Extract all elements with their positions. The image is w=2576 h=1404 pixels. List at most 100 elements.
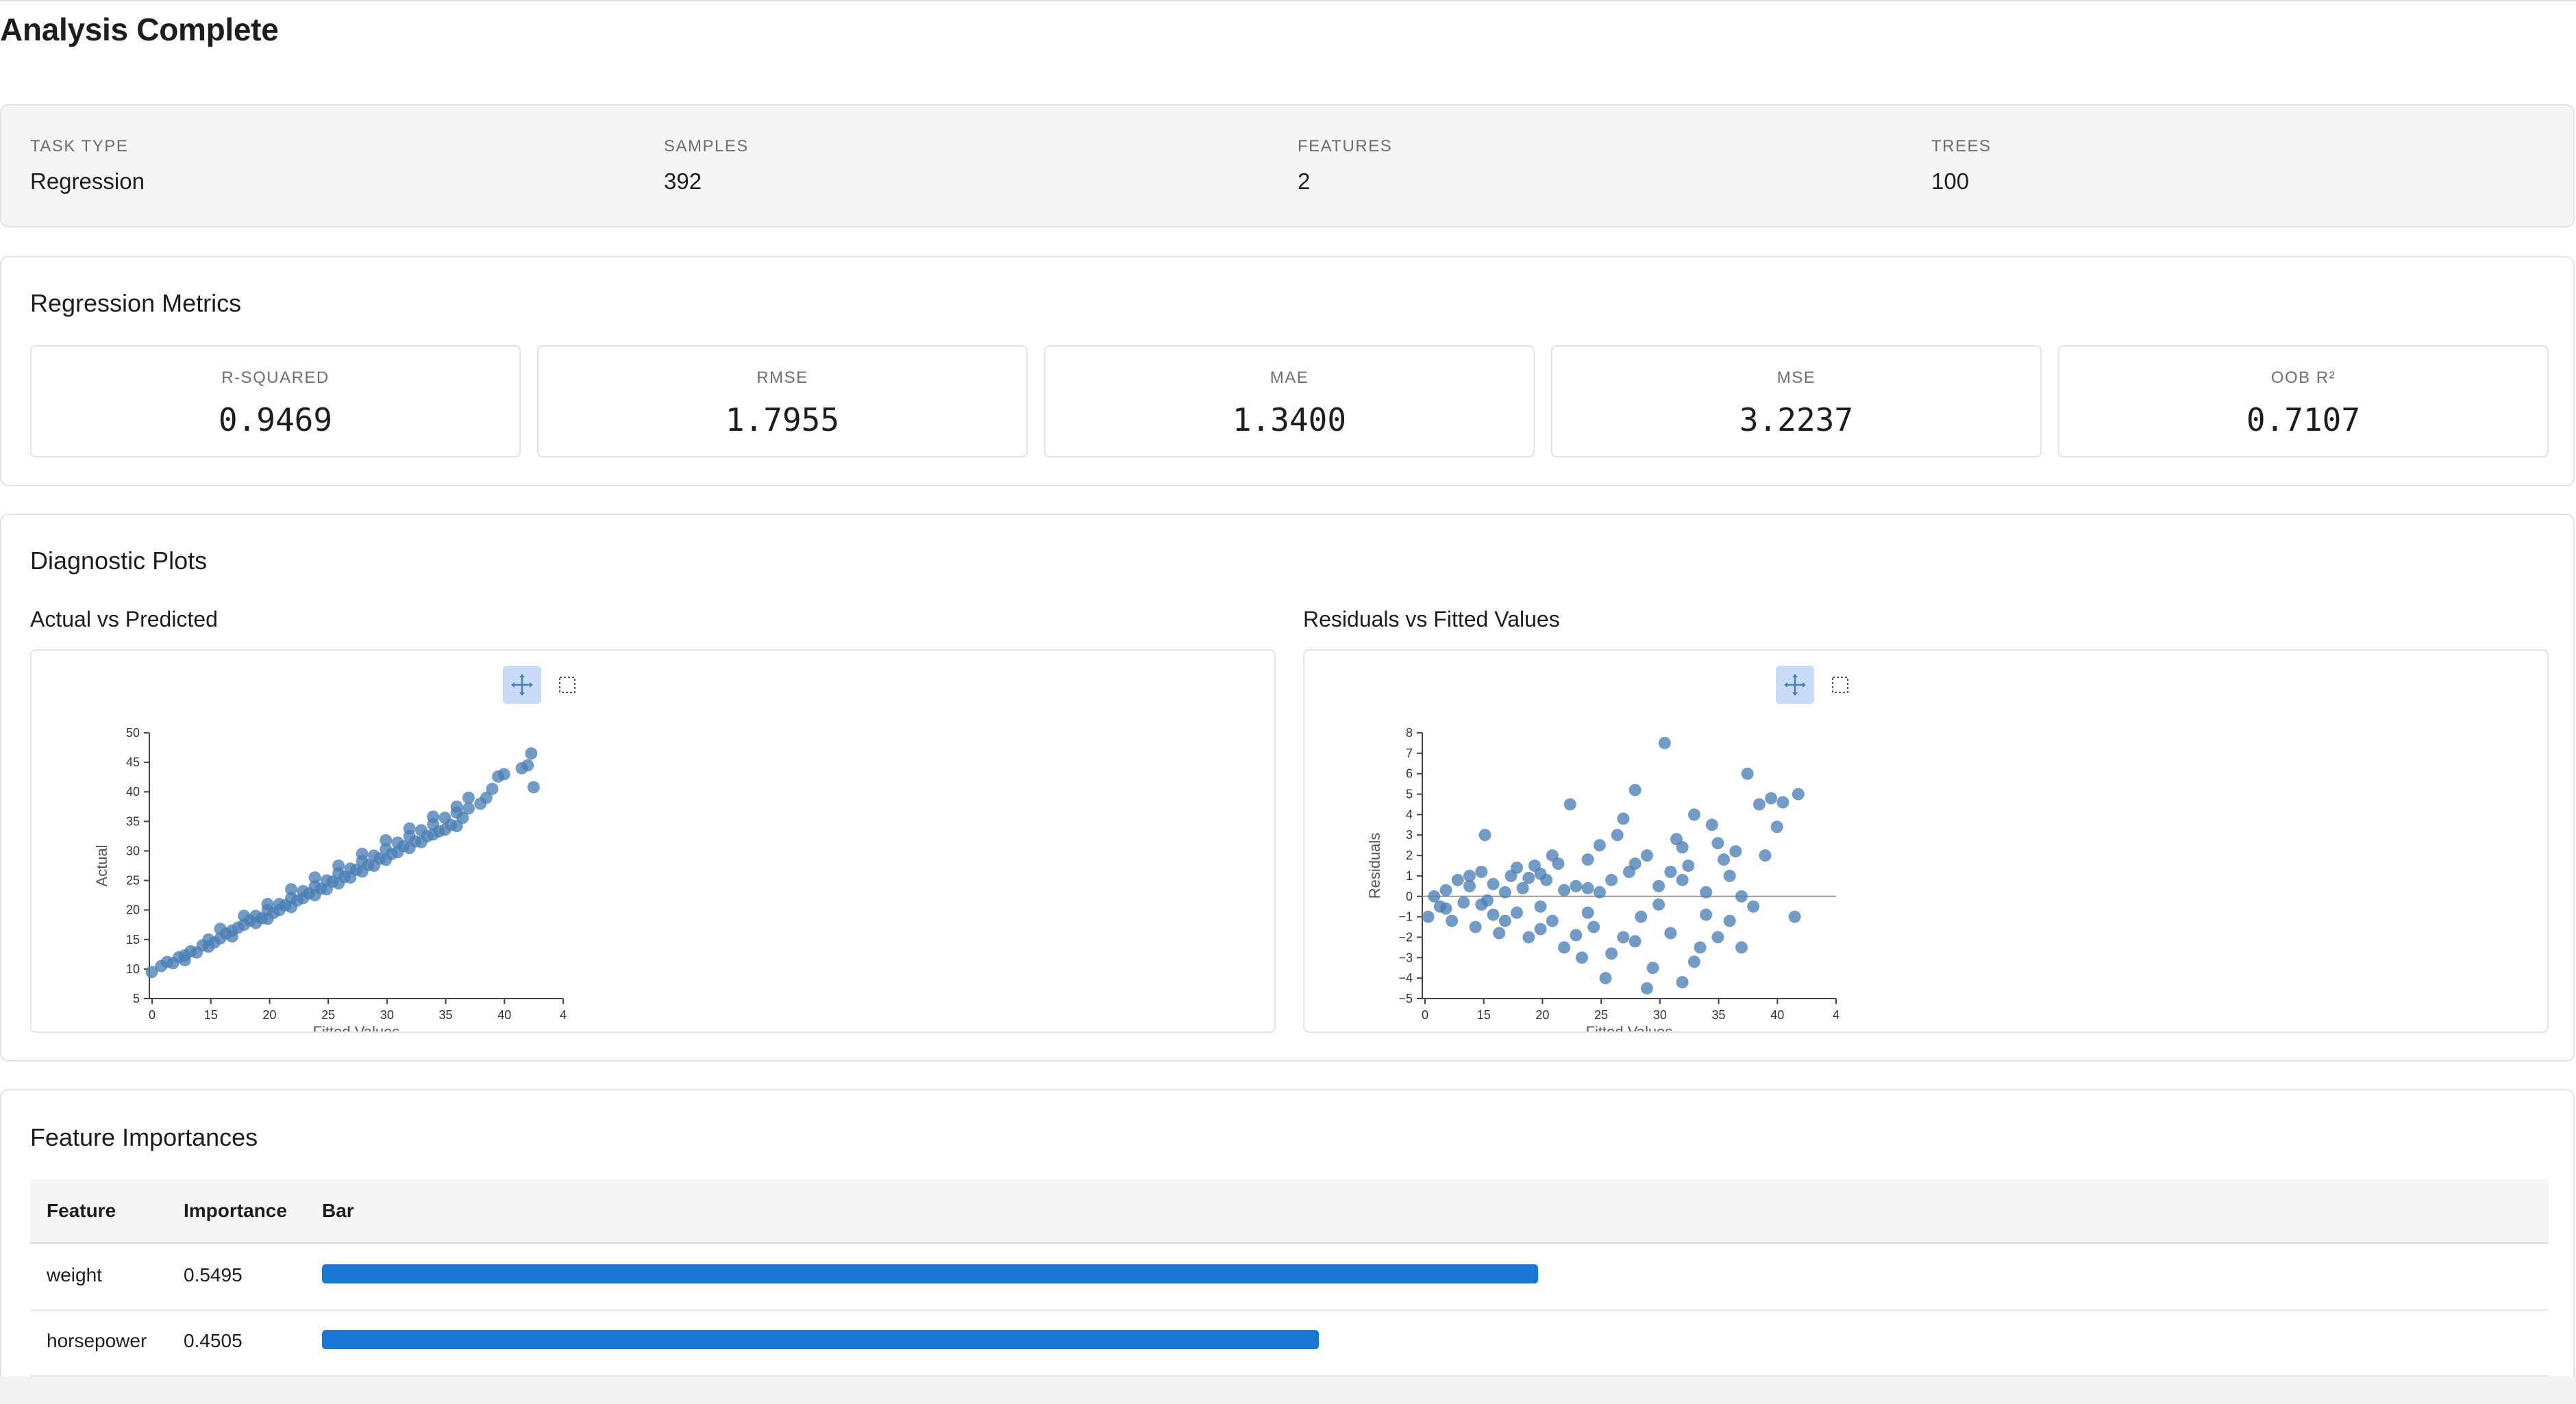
- metric-value: 1.3400: [1232, 401, 1347, 438]
- data-point: [1723, 914, 1736, 927]
- summary-value: 2: [1298, 168, 1311, 194]
- data-point: [1446, 914, 1459, 927]
- x-axis-label: Fitted Values: [313, 1023, 400, 1031]
- y-tick-label: 30: [126, 844, 140, 857]
- data-point: [462, 802, 475, 815]
- metric-value: 0.7107: [2246, 401, 2361, 438]
- section-title: Feature Importances: [30, 1123, 258, 1151]
- section-title: Regression Metrics: [30, 289, 242, 317]
- data-point: [403, 822, 416, 835]
- data-point: [391, 846, 404, 859]
- table-row: horsepower 0.4505: [30, 1309, 2549, 1377]
- data-point: [438, 823, 451, 836]
- data-point: [1652, 879, 1665, 892]
- data-point: [1694, 941, 1707, 954]
- data-point: [1747, 900, 1760, 913]
- y-tick-label: −3: [1398, 951, 1413, 964]
- summary-features: FEATURES 2: [1298, 137, 1392, 195]
- metric-mae: MAE 1.3400: [1044, 345, 1535, 457]
- data-point: [285, 883, 298, 896]
- data-point: [1463, 869, 1476, 882]
- y-tick-label: 15: [126, 933, 140, 947]
- metric-label: MSE: [1776, 368, 1816, 387]
- metric-oob-r2: OOB R² 0.7107: [2058, 345, 2549, 457]
- y-tick-label: 5: [133, 992, 140, 1005]
- data-point: [1558, 941, 1571, 954]
- y-tick-label: −1: [1398, 910, 1413, 924]
- column-header-bar[interactable]: Bar: [322, 1200, 354, 1222]
- data-point: [1457, 896, 1470, 909]
- data-point: [1570, 879, 1583, 892]
- x-tick-label: 0: [1422, 1008, 1428, 1022]
- y-tick-label: −4: [1398, 971, 1413, 985]
- data-point: [1611, 829, 1624, 842]
- data-point: [1439, 883, 1452, 897]
- data-point: [1635, 910, 1648, 923]
- data-point: [1581, 853, 1594, 866]
- data-point: [285, 901, 298, 914]
- y-tick-label: 6: [1406, 767, 1413, 781]
- metric-value: 0.9469: [218, 401, 333, 438]
- data-point: [450, 800, 463, 813]
- feature-name: weight: [47, 1264, 102, 1286]
- column-header-importance[interactable]: Importance: [184, 1200, 287, 1222]
- data-point: [1469, 920, 1482, 933]
- y-tick-label: 35: [126, 814, 140, 828]
- x-tick-label: 15: [204, 1008, 218, 1022]
- regression-metrics-card: Regression Metrics R-SQUARED 0.9469 RMSE…: [0, 256, 2575, 486]
- data-point: [1687, 808, 1700, 821]
- data-point: [450, 820, 463, 833]
- y-tick-label: 7: [1406, 747, 1413, 760]
- x-tick-label: 25: [321, 1008, 335, 1022]
- data-point: [249, 916, 262, 929]
- data-point: [1493, 927, 1506, 940]
- data-point: [1498, 886, 1511, 899]
- data-point: [1575, 951, 1588, 964]
- y-tick-label: 0: [1406, 890, 1413, 903]
- data-point: [308, 871, 321, 884]
- data-point: [1652, 898, 1665, 911]
- data-point: [1640, 849, 1653, 862]
- data-point: [344, 871, 357, 884]
- data-point: [403, 842, 416, 855]
- metric-mse: MSE 3.2237: [1551, 345, 2042, 457]
- data-point: [178, 953, 191, 966]
- y-axis-label: Residuals: [1366, 833, 1383, 899]
- data-point: [1664, 865, 1677, 878]
- data-point: [1546, 849, 1559, 862]
- y-tick-label: −2: [1398, 930, 1413, 944]
- data-point: [1522, 931, 1535, 944]
- x-tick-label: 20: [1535, 1008, 1549, 1022]
- data-point: [1563, 798, 1576, 811]
- data-point: [1487, 908, 1500, 921]
- data-point: [1599, 972, 1612, 985]
- data-point: [1682, 860, 1695, 872]
- data-point: [1593, 886, 1606, 899]
- data-point: [1741, 767, 1754, 780]
- data-point: [1735, 890, 1748, 903]
- metric-r-squared: R-SQUARED 0.9469: [30, 345, 521, 457]
- data-point: [527, 781, 540, 794]
- x-tick-label: 4: [560, 1008, 567, 1022]
- data-point: [1439, 902, 1452, 915]
- x-tick-label: 20: [262, 1008, 276, 1022]
- data-point: [308, 889, 321, 902]
- data-point: [367, 860, 380, 872]
- data-point: [1605, 873, 1618, 886]
- data-point: [380, 833, 393, 847]
- metric-value: 1.7955: [725, 401, 840, 438]
- column-header-feature[interactable]: Feature: [47, 1200, 116, 1222]
- metric-label: R-SQUARED: [221, 368, 330, 387]
- y-tick-label: 50: [126, 726, 140, 740]
- y-tick-label: 25: [126, 874, 140, 888]
- data-point: [1700, 886, 1713, 899]
- data-point: [1718, 853, 1731, 866]
- data-point: [1705, 818, 1718, 831]
- data-point: [1788, 910, 1801, 923]
- data-point: [332, 877, 345, 890]
- data-point: [1511, 906, 1524, 919]
- data-point: [1581, 906, 1594, 919]
- analysis-page: Analysis Complete TASK TYPE Regression S…: [0, 0, 2576, 1377]
- importance-bar: [322, 1330, 1319, 1349]
- data-point: [297, 892, 310, 905]
